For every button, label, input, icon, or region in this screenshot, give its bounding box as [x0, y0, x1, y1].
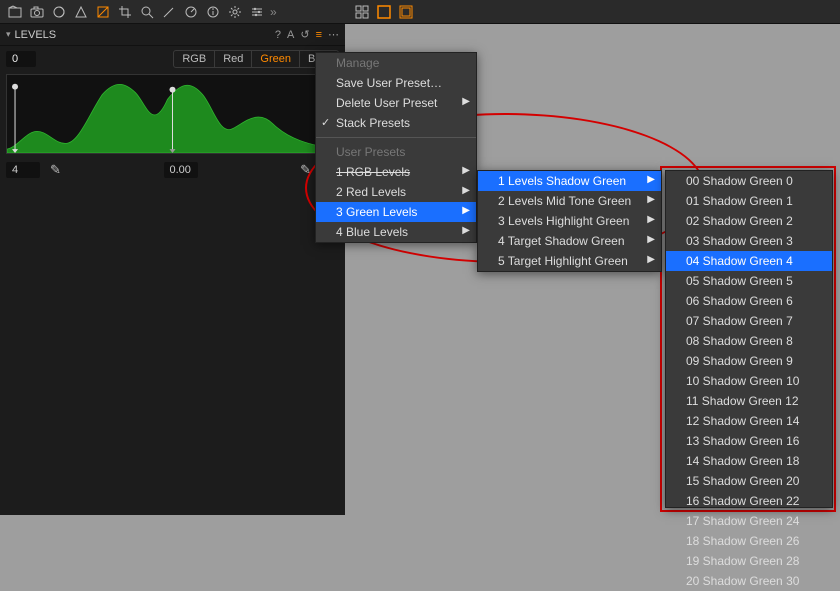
sub-target-highlight-green[interactable]: 5 Target Highlight Green▶ — [478, 251, 661, 271]
list-item[interactable]: 03 Shadow Green 3 — [666, 231, 832, 251]
list-item[interactable]: 11 Shadow Green 12 — [666, 391, 832, 411]
collapse-icon[interactable]: ▾ — [6, 29, 11, 40]
reset-icon[interactable]: ↺ — [300, 28, 309, 41]
list-item[interactable]: 13 Shadow Green 16 — [666, 431, 832, 451]
list-item[interactable]: 18 Shadow Green 26 — [666, 531, 832, 551]
shadow-input[interactable]: 4 — [6, 162, 40, 178]
grid-view-icon[interactable] — [351, 1, 373, 23]
gear-icon[interactable] — [224, 1, 246, 23]
list-item[interactable]: 09 Shadow Green 9 — [666, 351, 832, 371]
view-toolbar — [345, 0, 840, 24]
exposure-icon[interactable] — [92, 1, 114, 23]
menu-separator — [316, 137, 476, 138]
list-item[interactable]: 17 Shadow Green 24 — [666, 511, 832, 531]
list-item[interactable]: 12 Shadow Green 14 — [666, 411, 832, 431]
list-item[interactable]: 05 Shadow Green 5 — [666, 271, 832, 291]
sub-target-shadow-green[interactable]: 4 Target Shadow Green▶ — [478, 231, 661, 251]
single-view-icon[interactable] — [373, 1, 395, 23]
list-item[interactable]: 01 Shadow Green 1 — [666, 191, 832, 211]
list-item[interactable]: 02 Shadow Green 2 — [666, 211, 832, 231]
preset-menu-icon[interactable]: ≡ — [316, 29, 322, 41]
green-submenu: 1 Levels Shadow Green▶ 2 Levels Mid Tone… — [477, 170, 662, 272]
list-item[interactable]: 14 Shadow Green 18 — [666, 451, 832, 471]
mid-input[interactable]: 0.00 — [164, 162, 198, 178]
brush-icon[interactable] — [158, 1, 180, 23]
meter-icon[interactable] — [180, 1, 202, 23]
tool-toolbar: » — [0, 0, 345, 24]
menu-stack-presets[interactable]: ✓Stack Presets — [316, 113, 476, 133]
highlight-picker-icon[interactable]: ✎ — [300, 162, 311, 178]
camera-icon[interactable] — [26, 1, 48, 23]
sliders-icon[interactable] — [246, 1, 268, 23]
panel-title: LEVELS — [15, 29, 57, 41]
list-item[interactable]: 06 Shadow Green 6 — [666, 291, 832, 311]
list-item[interactable]: 00 Shadow Green 0 — [666, 171, 832, 191]
sub-levels-midtone-green[interactable]: 2 Levels Mid Tone Green▶ — [478, 191, 661, 211]
list-item[interactable]: 08 Shadow Green 8 — [666, 331, 832, 351]
menu-manage: Manage — [316, 53, 476, 73]
shadow-picker-icon[interactable]: ✎ — [50, 162, 61, 178]
tab-green[interactable]: Green — [252, 51, 300, 67]
list-item[interactable]: 04 Shadow Green 4 — [666, 251, 832, 271]
menu-red-levels[interactable]: 2 Red Levels▶ — [316, 182, 476, 202]
help-icon[interactable]: ? — [275, 29, 281, 41]
proof-view-icon[interactable] — [395, 1, 417, 23]
menu-delete-preset[interactable]: Delete User Preset▶ — [316, 93, 476, 113]
color-icon[interactable] — [70, 1, 92, 23]
more-icon[interactable]: ⋯ — [328, 28, 339, 41]
list-item[interactable]: 15 Shadow Green 20 — [666, 471, 832, 491]
sub-levels-highlight-green[interactable]: 3 Levels Highlight Green▶ — [478, 211, 661, 231]
list-item[interactable]: 10 Shadow Green 10 — [666, 371, 832, 391]
toolbar-overflow[interactable]: » — [268, 5, 279, 19]
menu-blue-levels[interactable]: 4 Blue Levels▶ — [316, 222, 476, 242]
library-icon[interactable] — [4, 1, 26, 23]
menu-save-preset[interactable]: Save User Preset… — [316, 73, 476, 93]
shadow-green-values: 00 Shadow Green 001 Shadow Green 102 Sha… — [665, 170, 833, 508]
list-item[interactable]: 19 Shadow Green 28 — [666, 551, 832, 571]
menu-user-presets: User Presets — [316, 142, 476, 162]
info-icon[interactable] — [202, 1, 224, 23]
menu-rgb-levels[interactable]: 1 RGB Levels▶ — [316, 162, 476, 182]
tab-rgb[interactable]: RGB — [174, 51, 215, 67]
list-item[interactable]: 20 Shadow Green 30 — [666, 571, 832, 591]
channel-row: 0 RGB Red Green Blue — [0, 46, 345, 72]
histogram[interactable] — [6, 74, 339, 154]
crop-icon[interactable] — [114, 1, 136, 23]
menu-green-levels[interactable]: 3 Green Levels▶ — [316, 202, 476, 222]
auto-icon[interactable]: A — [287, 29, 294, 41]
preset-menu: Manage Save User Preset… Delete User Pre… — [315, 52, 477, 243]
lens-icon[interactable] — [48, 1, 70, 23]
left-panel: » ▾ LEVELS ? A ↺ ≡ ⋯ 0 RGB Red Green Blu… — [0, 0, 345, 515]
levels-panel-header: ▾ LEVELS ? A ↺ ≡ ⋯ — [0, 24, 345, 46]
list-item[interactable]: 07 Shadow Green 7 — [666, 311, 832, 331]
tab-red[interactable]: Red — [215, 51, 252, 67]
sub-levels-shadow-green[interactable]: 1 Levels Shadow Green▶ — [478, 171, 661, 191]
search-icon[interactable] — [136, 1, 158, 23]
levels-inputs-row: 4 ✎ 0.00 ✎ — [0, 156, 345, 184]
list-item[interactable]: 16 Shadow Green 22 — [666, 491, 832, 511]
channel-value[interactable]: 0 — [6, 51, 36, 67]
